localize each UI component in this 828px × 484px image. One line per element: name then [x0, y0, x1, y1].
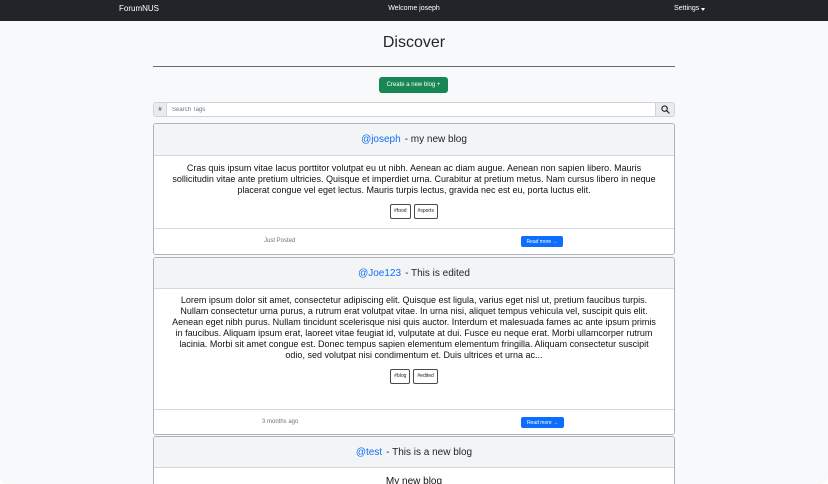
- tag-badge[interactable]: #edited: [413, 369, 438, 384]
- caret-down-icon: [701, 7, 706, 11]
- post-author-link[interactable]: @joseph: [361, 134, 401, 145]
- post-title: - my new blog: [404, 134, 467, 145]
- read-more-button[interactable]: Read more →: [521, 236, 563, 247]
- page-title: Discover: [382, 34, 446, 51]
- create-blog-button[interactable]: Create a new blog +: [379, 77, 448, 93]
- post-excerpt: Lorem ipsum dolor sit amet, consectetur …: [172, 295, 656, 360]
- search-icon: [660, 105, 670, 114]
- post-footer: Just Posted Read more →: [154, 228, 674, 254]
- post-body: Cras quis ipsum vitae lacus porttitor vo…: [154, 156, 674, 228]
- post-title: - This is a new blog: [386, 446, 473, 458]
- search-tags-input[interactable]: [167, 102, 655, 117]
- post-footer: 3 months ago Read more →: [154, 409, 674, 434]
- browser-viewport: ForumNUS Welcome joseph Settings Discove…: [0, 0, 828, 484]
- blog-post-card: @joseph - my new blog Cras quis ipsum vi…: [153, 123, 675, 255]
- post-tags: #blog #edited: [172, 369, 656, 384]
- post-title: - This is edited: [405, 267, 470, 279]
- post-header: @Joe123 - This is edited: [154, 258, 674, 289]
- post-header: @joseph - my new blog: [154, 124, 674, 156]
- post-excerpt: My new blog: [385, 476, 443, 484]
- post-time: 3 months ago: [262, 419, 299, 425]
- top-navbar: ForumNUS Welcome joseph Settings: [0, 0, 828, 21]
- tag-badge[interactable]: #blog: [390, 369, 411, 384]
- post-body: My new blog: [154, 468, 674, 484]
- read-more-button[interactable]: Read more →: [521, 417, 564, 428]
- search-button[interactable]: [655, 102, 675, 117]
- tag-badge[interactable]: #food: [390, 204, 411, 219]
- post-excerpt: Cras quis ipsum vitae lacus porttitor vo…: [172, 163, 656, 195]
- post-author-link[interactable]: @test: [356, 447, 382, 458]
- discover-page: Discover Create a new blog + # @joseph -…: [0, 21, 828, 484]
- tag-badge[interactable]: #sports: [413, 204, 438, 219]
- hash-addon: #: [153, 102, 167, 117]
- post-body: Lorem ipsum dolor sit amet, consectetur …: [154, 289, 674, 409]
- title-divider: [153, 66, 675, 67]
- blog-post-card: @test - This is a new blog My new blog: [153, 436, 675, 484]
- post-author-link[interactable]: @Joe123: [358, 268, 401, 279]
- post-time: Just Posted: [264, 238, 296, 244]
- tag-search-bar: #: [153, 102, 675, 117]
- settings-label: Settings: [674, 5, 700, 12]
- post-tags: #food #sports: [172, 204, 656, 219]
- post-header: @test - This is a new blog: [154, 437, 674, 468]
- blog-post-card: @Joe123 - This is edited Lorem ipsum dol…: [153, 257, 675, 435]
- settings-dropdown[interactable]: Settings: [674, 5, 706, 12]
